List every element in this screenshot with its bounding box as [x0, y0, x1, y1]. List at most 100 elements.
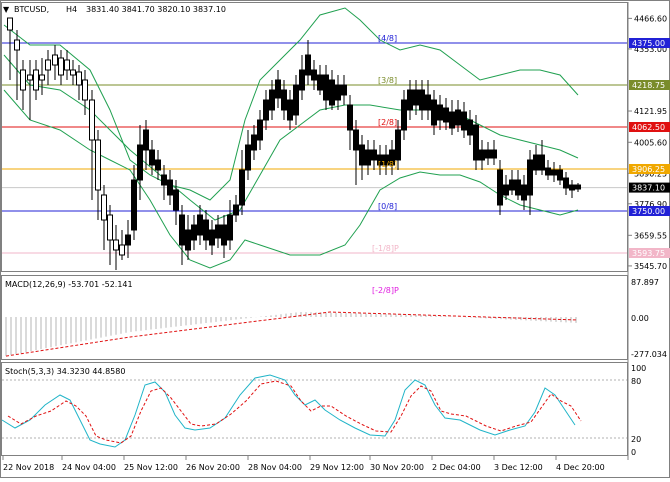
candle-body [95, 139, 101, 191]
candle-body [33, 69, 39, 91]
candle-body [299, 69, 305, 91]
candle-body [143, 129, 149, 151]
candle-body [341, 84, 347, 96]
price-tick-label: 4005.60 [634, 138, 667, 147]
candle-body [443, 107, 449, 123]
candle-body [263, 99, 269, 121]
stoch-tick-label: 0 [631, 448, 636, 457]
time-tick-label: 4 Dec 20:00 [556, 463, 605, 472]
candle-body [7, 17, 13, 31]
level-price-tag-text: 4218.75 [632, 81, 665, 90]
stoch-tick-label: 20 [631, 435, 641, 444]
candle-body [353, 129, 359, 151]
candle-body [497, 169, 503, 206]
candle-body [449, 111, 455, 129]
candle-body [269, 89, 275, 111]
candle-body [137, 144, 143, 181]
time-tick-label: 29 Nov 12:00 [310, 463, 364, 472]
candle-body [509, 179, 515, 191]
candle-body [64, 59, 70, 71]
candle-body [179, 214, 185, 246]
candle-body [20, 69, 26, 91]
macd-label: MACD(12,26,9) -53.701 -52.141 [5, 280, 133, 289]
candle-body [155, 159, 161, 171]
time-tick-label: 25 Nov 12:00 [124, 463, 178, 472]
candle-body [323, 74, 329, 101]
candle-body [293, 84, 299, 116]
trading-chart-window[interactable]: [5/8] [4/8] [3/8] [2/8] [1/8] [0/8] [-1/8]P [-2… [0, 0, 670, 478]
collapse-triangle-icon[interactable]: ▼ [3, 5, 10, 14]
murrey-level-label: [-2/8]P [372, 286, 399, 295]
candle-body [563, 177, 569, 189]
candle-body [503, 184, 509, 196]
candle-body [401, 99, 407, 131]
candle-body [347, 104, 353, 131]
candle-body [491, 149, 497, 159]
candle-body [575, 184, 581, 190]
time-tick-label: 30 Nov 20:00 [370, 463, 424, 472]
window-frame [0, 0, 670, 478]
murrey-level-label: [2/8] [378, 118, 397, 127]
level-price-tag-text: 3906.25 [632, 165, 665, 174]
candle-body [551, 169, 557, 176]
candle-body [317, 74, 323, 91]
candle-body [569, 184, 575, 191]
candle-body [197, 214, 203, 236]
candle-body [82, 79, 88, 101]
candle-body [27, 74, 33, 81]
candle-body [419, 89, 425, 111]
candle-body [14, 39, 20, 51]
candle-body [125, 234, 131, 246]
time-tick-label: 2 Dec 04:00 [432, 463, 481, 472]
candle-body [173, 189, 179, 211]
candle-body [161, 174, 167, 186]
candle-body [539, 154, 545, 171]
candle-body [227, 214, 233, 241]
level-price-tag-text: 3593.75 [632, 249, 665, 258]
candle-body [479, 149, 485, 161]
stoch-tick-label: 100 [631, 364, 646, 373]
candle-body [395, 129, 401, 161]
ohlc-values: 3831.40 3841.70 3820.10 3837.10 [86, 5, 226, 14]
time-tick-label: 28 Nov 04:00 [248, 463, 302, 472]
time-tick-label: 24 Nov 04:00 [62, 463, 116, 472]
macd-tick-label: 87.897 [631, 278, 659, 287]
candle-body [221, 224, 227, 246]
candle-body [45, 59, 51, 71]
murrey-level-label: [5/8] [380, 0, 399, 1]
candle-body [107, 214, 113, 241]
candle-body [215, 224, 221, 239]
candle-body [275, 79, 281, 99]
candle-body [467, 119, 473, 136]
symbol-label: BTCUSD, [14, 5, 49, 14]
candle-body [437, 104, 443, 121]
candle-body [455, 109, 461, 126]
chart-header: ▼ BTCUSD, H4 3831.40 3841.70 3820.10 383… [3, 5, 226, 14]
time-tick-label: 22 Nov 2018 [3, 463, 54, 472]
candle-body [239, 169, 245, 206]
murrey-level-label: [4/8] [378, 34, 397, 43]
candle-body [287, 99, 293, 121]
price-tick-label: 3659.55 [634, 231, 667, 240]
stoch-label: Stoch(5,3,3) 34.3230 44.8580 [5, 367, 125, 376]
macd-tick-label: 0.00 [631, 314, 649, 323]
candle-body [407, 89, 413, 111]
candle-body [101, 194, 107, 221]
candle-body [251, 134, 257, 151]
candle-body [533, 154, 539, 171]
candle-body [311, 69, 317, 81]
candle-body [515, 179, 521, 196]
level-price-tag-text: 3750.00 [632, 207, 665, 216]
candle-body [70, 69, 76, 76]
candle-body [52, 54, 58, 66]
candle-body [413, 89, 419, 106]
candle-body [473, 124, 479, 161]
candle-body [257, 119, 263, 141]
candle-body [359, 144, 365, 166]
murrey-level-label: [1/8] [378, 160, 397, 169]
price-tick-label: 3545.70 [634, 262, 667, 271]
candle-body [149, 149, 155, 166]
candle-body [329, 79, 335, 106]
candle-body [76, 71, 82, 86]
stoch-tick-label: 80 [631, 377, 641, 386]
